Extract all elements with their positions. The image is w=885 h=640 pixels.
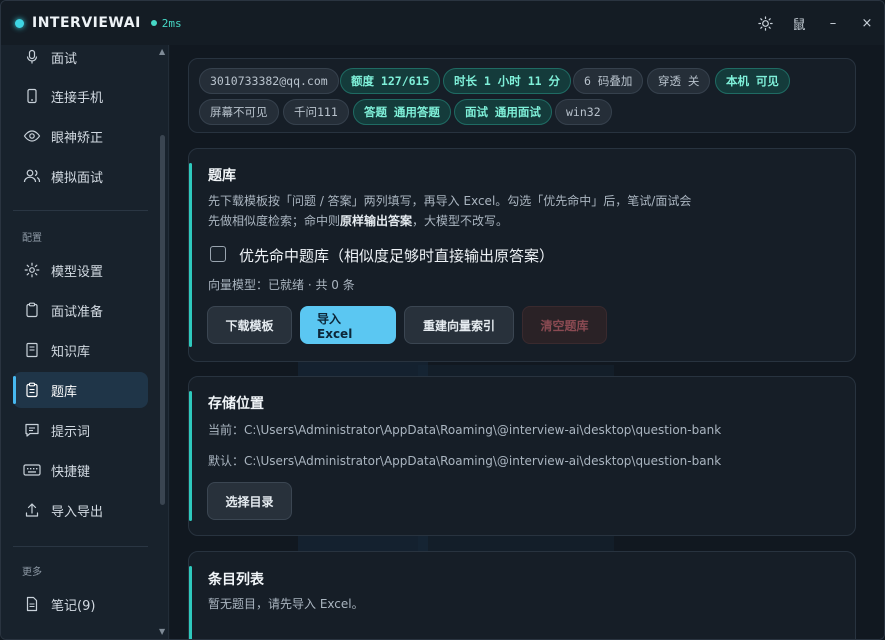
- sidebar-item-label: 面试准备: [51, 304, 104, 320]
- question-bank-card: 题库 先下载模板按「问题 / 答案」两列填写，再导入 Excel。勾选「优先命中…: [188, 148, 856, 362]
- vector-model-status: 向量模型：已就绪 · 共 0 条: [208, 278, 355, 292]
- message-icon: [23, 421, 41, 439]
- sidebar: ▲ 面试 连接手机 眼神矫正 模拟面试 配置 模型设置 面试准备 知识库 题库 …: [1, 45, 169, 639]
- close-button[interactable]: ×: [850, 1, 884, 45]
- download-template-button[interactable]: 下载模板: [207, 306, 292, 344]
- sidebar-item-shortcuts[interactable]: 快捷键: [13, 452, 148, 488]
- code-stack-chip: 6 码叠加: [573, 68, 644, 94]
- sidebar-scrollbar[interactable]: [160, 135, 165, 505]
- eye-icon: [23, 127, 41, 145]
- current-path: 当前：C:\Users\Administrator\AppData\Roamin…: [208, 423, 722, 437]
- storage-title: 存储位置: [208, 396, 264, 412]
- sidebar-item-eye-correction[interactable]: 眼神矫正: [13, 118, 148, 154]
- language-button[interactable]: 鼠: [782, 1, 816, 45]
- sidebar-item-label: 知识库: [51, 344, 91, 360]
- storage-card: 存储位置 当前：C:\Users\Administrator\AppData\R…: [188, 376, 856, 536]
- sidebar-item-knowledge-base[interactable]: 知识库: [13, 332, 148, 368]
- entries-card: 条目列表 暂无题目，请先导入 Excel。: [188, 551, 856, 639]
- phone-icon: [23, 87, 41, 105]
- status-dot-icon: [150, 20, 157, 26]
- bank-description-line1: 先下载模板按「问题 / 答案」两列填写，再导入 Excel。勾选「优先命中」后，…: [208, 194, 692, 208]
- sidebar-item-interview-prep[interactable]: 面试准备: [13, 292, 148, 328]
- sidebar-item-model-settings[interactable]: 模型设置: [13, 252, 148, 288]
- window-controls: 鼠 – ×: [748, 1, 884, 45]
- scroll-up-icon[interactable]: ▲: [159, 47, 165, 56]
- minimize-button[interactable]: –: [816, 1, 850, 45]
- sidebar-item-interview[interactable]: 面试: [13, 45, 148, 75]
- clipboard-list-icon: [23, 381, 41, 399]
- account-chip: 3010733382@qq.com: [199, 68, 339, 94]
- sidebar-item-label: 眼神矫正: [51, 130, 104, 146]
- title-bar: INTERVIEWAI 2ms 鼠 – ×: [1, 1, 884, 45]
- sun-icon: [757, 15, 773, 31]
- empty-message: 暂无题目，请先导入 Excel。: [208, 597, 364, 611]
- interview-mode-chip: 面试 通用面试: [454, 99, 552, 125]
- theme-toggle-button[interactable]: [748, 1, 782, 45]
- sidebar-divider: [13, 546, 148, 547]
- sidebar-item-label: 面试: [51, 51, 78, 67]
- sidebar-divider: [13, 210, 148, 211]
- platform-chip: win32: [555, 99, 612, 125]
- section-label-config: 配置: [22, 233, 42, 244]
- latency-value: 2ms: [161, 16, 182, 30]
- keyboard-icon: [23, 461, 41, 479]
- section-label-more: 更多: [22, 567, 42, 578]
- import-excel-button[interactable]: 导入 Excel: [300, 306, 396, 344]
- scroll-down-icon[interactable]: ▼: [159, 627, 165, 636]
- sidebar-item-question-bank[interactable]: 题库: [13, 372, 148, 408]
- sidebar-item-label: 连接手机: [51, 90, 104, 106]
- clear-bank-button[interactable]: 清空题库: [522, 306, 607, 344]
- quota-chip: 额度 127/615: [340, 68, 441, 94]
- sidebar-item-label: 笔记(9): [51, 598, 96, 614]
- gear-icon: [23, 261, 41, 279]
- mic-icon: [23, 48, 41, 66]
- screen-invisible-chip[interactable]: 屏幕不可见: [199, 99, 279, 125]
- sidebar-item-prompts[interactable]: 提示词: [13, 412, 148, 448]
- model-chip: 千问111: [283, 99, 349, 125]
- sidebar-item-mock-interview[interactable]: 模拟面试: [13, 158, 148, 194]
- clipboard-icon: [23, 301, 41, 319]
- sidebar-item-label: 导入导出: [51, 504, 104, 520]
- priority-hit-label[interactable]: 优先命中题库（相似度足够时直接输出原答案）: [239, 245, 554, 266]
- sidebar-item-label: 提示词: [51, 424, 91, 440]
- upload-icon: [23, 501, 41, 519]
- choose-directory-button[interactable]: 选择目录: [207, 482, 292, 520]
- local-visible-chip[interactable]: 本机 可见: [715, 68, 790, 94]
- passthrough-chip[interactable]: 穿透 关: [647, 68, 711, 94]
- sidebar-item-connect-phone[interactable]: 连接手机: [13, 78, 148, 114]
- default-path: 默认：C:\Users\Administrator\AppData\Roamin…: [208, 454, 722, 468]
- note-icon: [23, 595, 41, 613]
- main-content: 3010733382@qq.com 额度 127/615 时长 1 小时 11 …: [170, 45, 884, 639]
- answer-mode-chip: 答题 通用答题: [353, 99, 451, 125]
- sidebar-item-label: 模型设置: [51, 264, 104, 280]
- page-title: 题库: [208, 168, 236, 184]
- logo-dot-icon: [15, 18, 24, 28]
- bank-description-line2: 先做相似度检索；命中则原样输出答案，大模型不改写。: [208, 214, 509, 228]
- book-icon: [23, 341, 41, 359]
- app-window: INTERVIEWAI 2ms 鼠 – × ▲ 面试 连接手机 眼神矫正 模拟面…: [0, 0, 885, 640]
- sidebar-item-label: 快捷键: [51, 464, 91, 480]
- users-icon: [23, 167, 41, 185]
- sidebar-item-label: 题库: [51, 384, 78, 400]
- sidebar-item-label: 模拟面试: [51, 170, 104, 186]
- latency-indicator: 2ms: [150, 16, 182, 30]
- entries-title: 条目列表: [208, 572, 264, 588]
- duration-chip: 时长 1 小时 11 分: [443, 68, 571, 94]
- status-bar: 3010733382@qq.com 额度 127/615 时长 1 小时 11 …: [188, 58, 856, 133]
- app-title: INTERVIEWAI: [32, 15, 141, 31]
- priority-hit-checkbox[interactable]: [210, 246, 226, 262]
- rebuild-index-button[interactable]: 重建向量索引: [404, 306, 514, 344]
- sidebar-item-import-export[interactable]: 导入导出: [13, 492, 148, 528]
- sidebar-item-notes[interactable]: 笔记(9): [13, 586, 148, 622]
